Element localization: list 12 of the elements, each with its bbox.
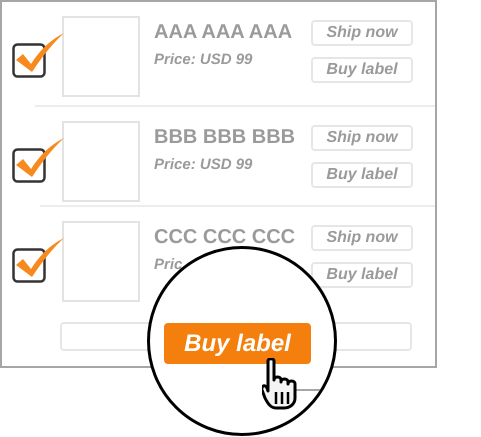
item-title: BBB BBB BBB <box>154 127 296 147</box>
action-button[interactable]: Buy label <box>311 57 413 83</box>
item-title: CCC CCC CCC <box>154 227 296 247</box>
action-button[interactable]: Ship now <box>311 20 413 46</box>
buy-label-button[interactable]: Buy label <box>164 323 311 364</box>
item-price: Pric <box>154 257 182 272</box>
action-button[interactable]: Ship now <box>311 225 413 251</box>
item-price: Price: USD 99 <box>154 52 252 67</box>
item-price: Price: USD 99 <box>154 157 252 172</box>
action-button[interactable]: Ship now <box>311 125 413 151</box>
item-title: AAA AAA AAA <box>154 22 294 42</box>
action-button[interactable]: Buy label <box>311 162 413 188</box>
